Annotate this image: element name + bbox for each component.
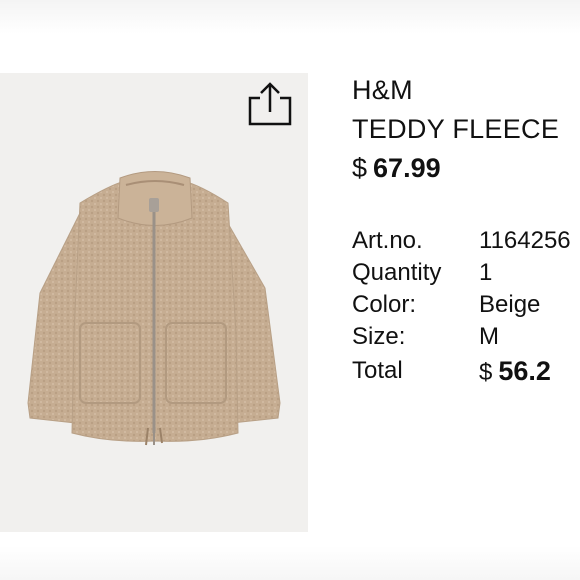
detail-row-color: Color: Beige [352, 290, 580, 322]
share-button[interactable] [246, 80, 294, 128]
share-icon [248, 82, 292, 126]
bottom-divider [0, 546, 580, 580]
art-value: 1164256 [479, 227, 571, 254]
price-amount: 67.99 [373, 153, 441, 183]
detail-row-size: Size: M [352, 322, 580, 354]
total-value: $56.2 [479, 356, 551, 388]
total-label: Total [352, 357, 403, 384]
product-page: H&M TEDDY FLEECE $67.99 Art.no. 1164256 … [0, 0, 580, 580]
product-name: TEDDY FLEECE [352, 114, 560, 144]
size-value: M [479, 323, 499, 350]
total-amount: 56.2 [498, 356, 551, 386]
product-image-jacket [27, 171, 281, 446]
total-currency: $ [479, 359, 493, 386]
art-label: Art.no. [352, 227, 423, 254]
color-label: Color: [352, 291, 417, 318]
size-label: Size: [352, 323, 406, 350]
order-details: Art.no. 1164256 Quantity 1 Color: Beige … [352, 226, 580, 388]
quantity-label: Quantity [352, 259, 442, 286]
product-info: H&M TEDDY FLEECE $67.99 Art.no. 1164256 … [352, 0, 580, 580]
product-price: $67.99 [352, 151, 441, 185]
detail-row-quantity: Quantity 1 [352, 258, 580, 290]
detail-row-total: Total $56.2 [352, 356, 580, 388]
brand-name: H&M [352, 75, 413, 105]
color-value: Beige [479, 291, 541, 318]
quantity-value: 1 [479, 259, 493, 286]
price-currency: $ [352, 153, 368, 183]
detail-row-art: Art.no. 1164256 [352, 226, 580, 258]
